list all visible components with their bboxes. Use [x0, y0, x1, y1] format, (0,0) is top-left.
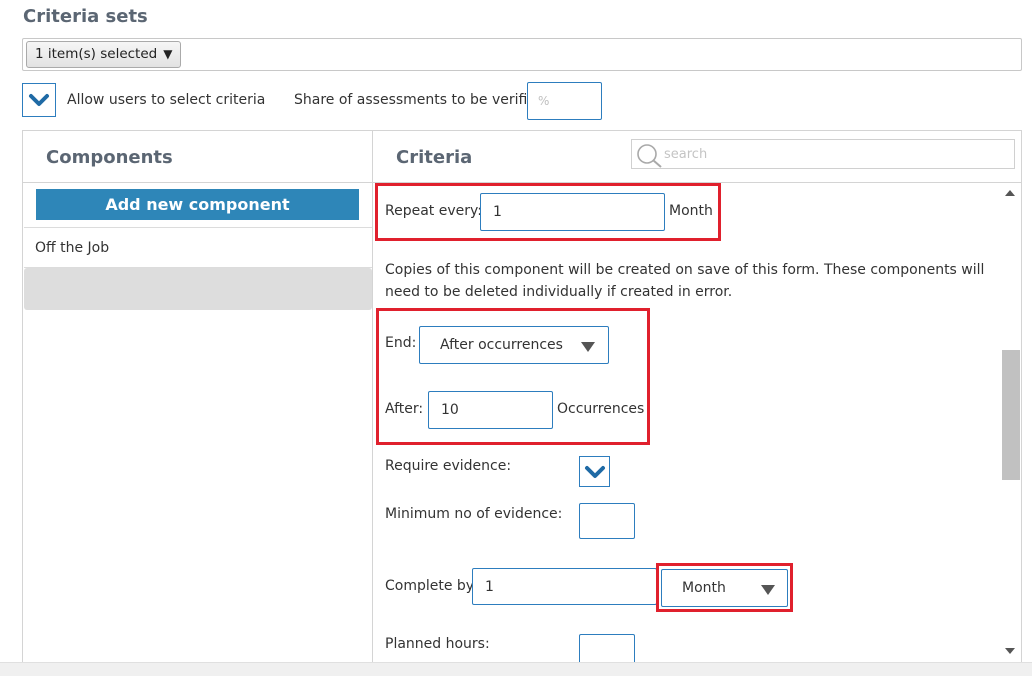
bottom-bar: [0, 662, 1032, 676]
criteria-sets-multiselect: 1 item(s) selected ▼: [22, 38, 1022, 71]
end-select[interactable]: After occurrences: [419, 326, 609, 364]
occurrences-unit-label: Occurrences: [557, 401, 645, 417]
complete-by-unit-value: Month: [682, 580, 726, 596]
end-select-value: After occurrences: [440, 337, 563, 353]
criteria-sets-dropdown-button[interactable]: 1 item(s) selected ▼: [26, 41, 182, 68]
planned-hours-label: Planned hours:: [385, 636, 490, 652]
scroll-down-arrow-icon[interactable]: [1005, 648, 1015, 654]
after-occurrences-input[interactable]: [428, 391, 553, 429]
criteria-header: Criteria: [396, 147, 473, 168]
allow-select-criteria-label: Allow users to select criteria: [67, 92, 266, 108]
copies-note: Copies of this component will be created…: [385, 262, 985, 300]
component-divider: [24, 227, 372, 228]
require-evidence-label: Require evidence:: [385, 458, 512, 474]
component-item-selected[interactable]: [24, 268, 372, 310]
criteria-sets-selected-label: 1 item(s) selected: [35, 46, 158, 62]
repeat-every-label: Repeat every:: [385, 203, 482, 219]
criteria-search-input[interactable]: [664, 143, 1004, 165]
share-verified-input[interactable]: [527, 82, 602, 120]
scrollbar-thumb[interactable]: [1002, 350, 1020, 480]
search-icon: [637, 144, 662, 168]
complete-by-label: Complete by: [385, 578, 475, 594]
require-evidence-checkbox[interactable]: [579, 456, 610, 487]
triangle-down-icon: [761, 585, 775, 595]
criteria-sets-title: Criteria sets: [23, 6, 148, 27]
min-evidence-input[interactable]: [579, 503, 635, 539]
triangle-down-icon: [581, 342, 595, 352]
repeat-unit-label: Month: [669, 203, 713, 219]
end-label: End:: [385, 335, 417, 351]
add-new-component-button[interactable]: Add new component: [36, 189, 359, 220]
share-verified-label: Share of assessments to be verified: [294, 92, 545, 108]
caret-down-icon: ▼: [163, 47, 173, 61]
repeat-every-input[interactable]: [480, 193, 665, 231]
components-header: Components: [46, 147, 173, 168]
complete-by-unit-select[interactable]: Month: [661, 569, 788, 607]
component-item-off-the-job[interactable]: Off the Job: [35, 240, 109, 256]
check-chevron-icon: [584, 465, 605, 478]
scroll-up-arrow-icon[interactable]: [1005, 190, 1015, 196]
after-label: After:: [385, 401, 424, 417]
complete-by-input[interactable]: [472, 568, 657, 605]
allow-select-criteria-checkbox[interactable]: [22, 83, 56, 117]
criteria-search: [631, 139, 1015, 169]
check-chevron-icon: [29, 94, 49, 106]
min-evidence-label: Minimum no of evidence:: [385, 506, 563, 522]
